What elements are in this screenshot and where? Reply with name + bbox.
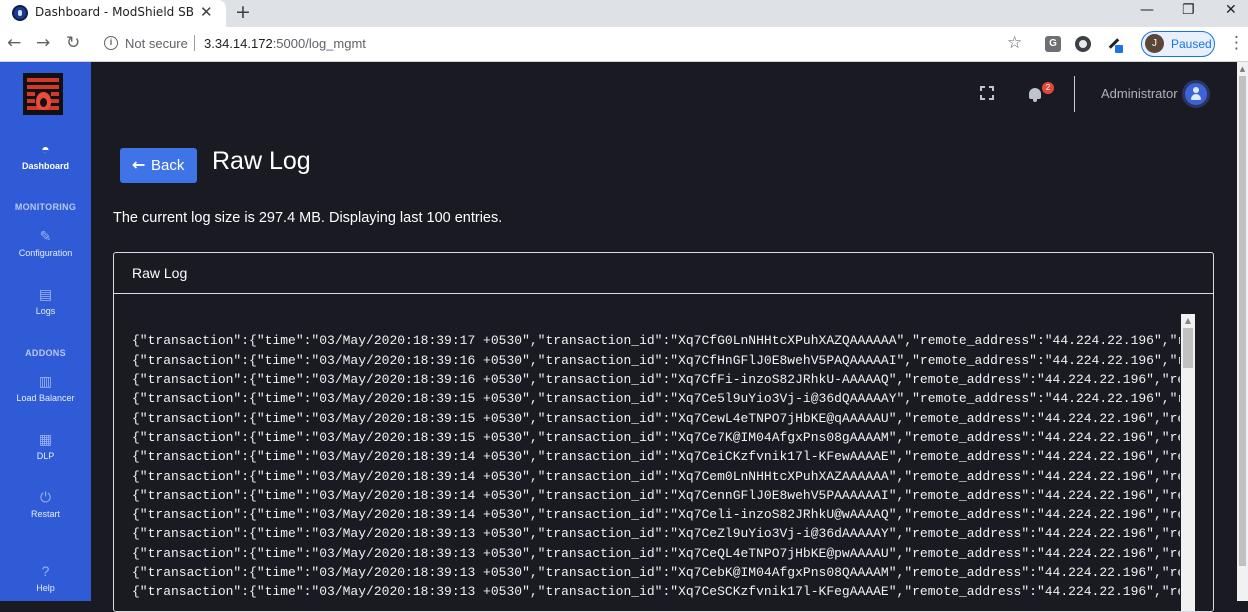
scroll-up-arrow-icon[interactable]: ▲ [1181, 314, 1195, 328]
logs-icon: ▤ [38, 286, 53, 302]
back-button[interactable]: ← Back [120, 148, 197, 183]
back-arrow-icon: ← [132, 155, 146, 174]
back-arrow-icon[interactable]: ← [7, 33, 21, 53]
profile-button[interactable]: J Paused [1141, 31, 1215, 57]
topbar-divider [1074, 76, 1075, 112]
log-scrollbar[interactable]: ▲ [1181, 314, 1195, 611]
sidebar-item-label: Restart [30, 509, 60, 519]
address-bar[interactable]: 3.34.14.172:5000/log_mgmt [204, 36, 366, 51]
sidebar-item-load-balancer[interactable]: ▥ Load Balancer [0, 374, 91, 403]
bookmark-star-icon[interactable]: ☆ [1007, 33, 1022, 53]
log-line: {"transaction":{"time":"03/May/2020:18:3… [132, 526, 1180, 541]
log-line: {"transaction":{"time":"03/May/2020:18:3… [132, 584, 1180, 599]
raw-log-card: Raw Log {"transaction":{"time":"03/May/2… [113, 252, 1214, 612]
url-path: :5000/log_mgmt [272, 36, 366, 51]
back-button-label: Back [151, 157, 185, 174]
wrench-icon: ✎ [39, 228, 52, 244]
chart-icon: ▥ [38, 373, 53, 389]
log-line: {"transaction":{"time":"03/May/2020:18:3… [132, 469, 1180, 484]
sidebar-item-label: Logs [35, 306, 56, 316]
sidebar-item-dashboard[interactable]: ◓ Dashboard [0, 142, 91, 171]
log-line: {"transaction":{"time":"03/May/2020:18:3… [132, 391, 1180, 406]
sidebar-item-dlp[interactable]: ▦ DLP [0, 432, 91, 461]
forward-arrow-icon[interactable]: → [36, 33, 50, 53]
notification-badge: 2 [1042, 82, 1054, 94]
browser-tab[interactable]: Dashboard - ModShield SB ✕ [0, 0, 226, 27]
tab-title: Dashboard - ModShield SB [35, 5, 194, 19]
log-line: {"transaction":{"time":"03/May/2020:18:3… [132, 449, 1180, 464]
log-line: {"transaction":{"time":"03/May/2020:18:3… [132, 430, 1180, 445]
dashboard-gauge-icon: ◓ [41, 141, 50, 157]
new-tab-button[interactable]: + [235, 1, 251, 23]
minimize-button[interactable]: — [1140, 2, 1154, 18]
circle-extension-icon[interactable] [1075, 36, 1091, 52]
sidebar-item-label: Dashboard [21, 161, 69, 171]
sidebar-item-configuration[interactable]: ✎ Configuration [0, 229, 91, 258]
log-line: {"transaction":{"time":"03/May/2020:18:3… [132, 546, 1180, 561]
sidebar: ◓ Dashboard MONITORING ✎ Configuration ▤… [0, 62, 91, 601]
log-size-info: The current log size is 297.4 MB. Displa… [113, 210, 503, 226]
restore-button[interactable]: ❐ [1182, 2, 1195, 18]
tab-close-icon[interactable]: ✕ [200, 3, 213, 21]
page-scroll-thumb[interactable] [1239, 76, 1246, 566]
browser-tab-bar: Dashboard - ModShield SB ✕ + — ❐ ✕ [0, 0, 1248, 27]
sidebar-item-label: Help [36, 583, 55, 593]
grammarly-extension-icon[interactable]: G [1045, 36, 1061, 52]
bell-icon[interactable] [1027, 86, 1043, 102]
page-title: Raw Log [212, 147, 311, 175]
log-line: {"transaction":{"time":"03/May/2020:18:3… [132, 507, 1180, 522]
sidebar-item-restart[interactable]: ⏻ Restart [0, 490, 91, 519]
log-line: {"transaction":{"time":"03/May/2020:18:3… [132, 333, 1180, 348]
app-page: ◓ Dashboard MONITORING ✎ Configuration ▤… [0, 62, 1248, 612]
user-name[interactable]: Administrator [1101, 86, 1178, 101]
modshield-logo[interactable] [23, 73, 63, 115]
pen-extension-icon[interactable] [1106, 36, 1123, 53]
url-separator [194, 35, 195, 51]
log-line: {"transaction":{"time":"03/May/2020:18:3… [132, 411, 1180, 426]
modshield-favicon-icon [12, 5, 28, 21]
close-window-button[interactable]: ✕ [1225, 2, 1237, 18]
firewall-icon [27, 78, 59, 110]
user-avatar[interactable] [1182, 80, 1210, 108]
sidebar-item-logs[interactable]: ▤ Logs [0, 287, 91, 316]
sidebar-item-label: DLP [36, 451, 55, 461]
scroll-thumb[interactable] [1183, 328, 1193, 368]
info-icon[interactable]: i [104, 36, 118, 50]
power-icon: ⏻ [39, 489, 52, 505]
sidebar-heading-monitoring: MONITORING [14, 202, 77, 212]
log-line: {"transaction":{"time":"03/May/2020:18:3… [132, 353, 1180, 368]
card-title: Raw Log [132, 265, 188, 281]
log-output[interactable]: {"transaction":{"time":"03/May/2020:18:3… [114, 295, 1180, 611]
url-host: 3.34.14.172 [204, 36, 273, 51]
sidebar-item-help[interactable]: ? Help [0, 564, 91, 593]
help-icon: ? [41, 563, 50, 579]
log-line: {"transaction":{"time":"03/May/2020:18:3… [132, 488, 1180, 503]
reload-icon[interactable]: ↻ [66, 33, 80, 53]
page-scroll-up-icon[interactable]: ▲ [1237, 65, 1248, 73]
sidebar-item-label: Load Balancer [16, 393, 75, 403]
profile-avatar: J [1145, 34, 1164, 53]
menu-dots-icon[interactable]: ⋮ [1228, 33, 1245, 53]
profile-status: Paused [1171, 37, 1212, 51]
sidebar-heading-addons: ADDONS [25, 348, 66, 358]
not-secure-label[interactable]: Not secure [125, 36, 188, 51]
sidebar-item-label: Configuration [18, 248, 73, 258]
table-icon: ▦ [38, 431, 53, 447]
card-header: Raw Log [114, 253, 1213, 294]
page-scrollbar[interactable]: ▲ [1237, 62, 1248, 601]
log-line: {"transaction":{"time":"03/May/2020:18:3… [132, 372, 1180, 387]
browser-toolbar: ← → ↻ i Not secure 3.34.14.172:5000/log_… [0, 27, 1248, 62]
fullscreen-icon[interactable] [980, 86, 994, 100]
log-line: {"transaction":{"time":"03/May/2020:18:3… [132, 565, 1180, 580]
